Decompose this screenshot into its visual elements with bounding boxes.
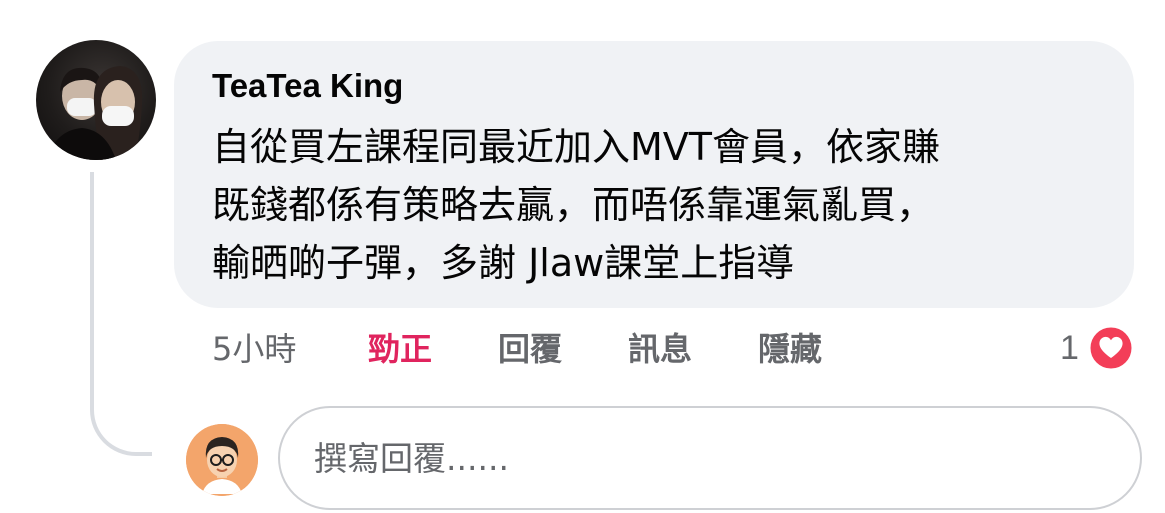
thread-connector-line — [90, 172, 152, 456]
reaction-count: 1 — [1060, 328, 1079, 367]
current-user-avatar[interactable] — [186, 424, 258, 496]
comment-timestamp[interactable]: 5小時 — [212, 326, 296, 372]
heart-icon — [1087, 324, 1135, 372]
comment-line-2: 既錢都係有策略去贏，而唔係靠運氣亂買， — [212, 183, 935, 227]
comment-body: 自從買左課程同最近加入MVT會員，依家賺 既錢都係有策略去贏，而唔係靠運氣亂買，… — [212, 118, 1112, 292]
reaction-summary[interactable]: 1 — [1060, 322, 1135, 374]
comment-line-3: 輸晒啲子彈，多謝 Jlaw課堂上指導 — [212, 241, 795, 285]
hide-button[interactable]: 隱藏 — [758, 326, 822, 372]
reply-button[interactable]: 回覆 — [498, 326, 562, 372]
user-photo-icon — [46, 66, 143, 160]
commenter-avatar[interactable] — [36, 40, 156, 160]
message-button[interactable]: 訊息 — [628, 326, 692, 372]
cartoon-user-icon — [186, 424, 258, 496]
comment-line-1: 自從買左課程同最近加入MVT會員，依家賺 — [212, 125, 940, 169]
reply-input[interactable] — [278, 406, 1142, 510]
comment-author[interactable]: TeaTea King — [212, 66, 403, 106]
like-button[interactable]: 勁正 — [368, 326, 432, 372]
